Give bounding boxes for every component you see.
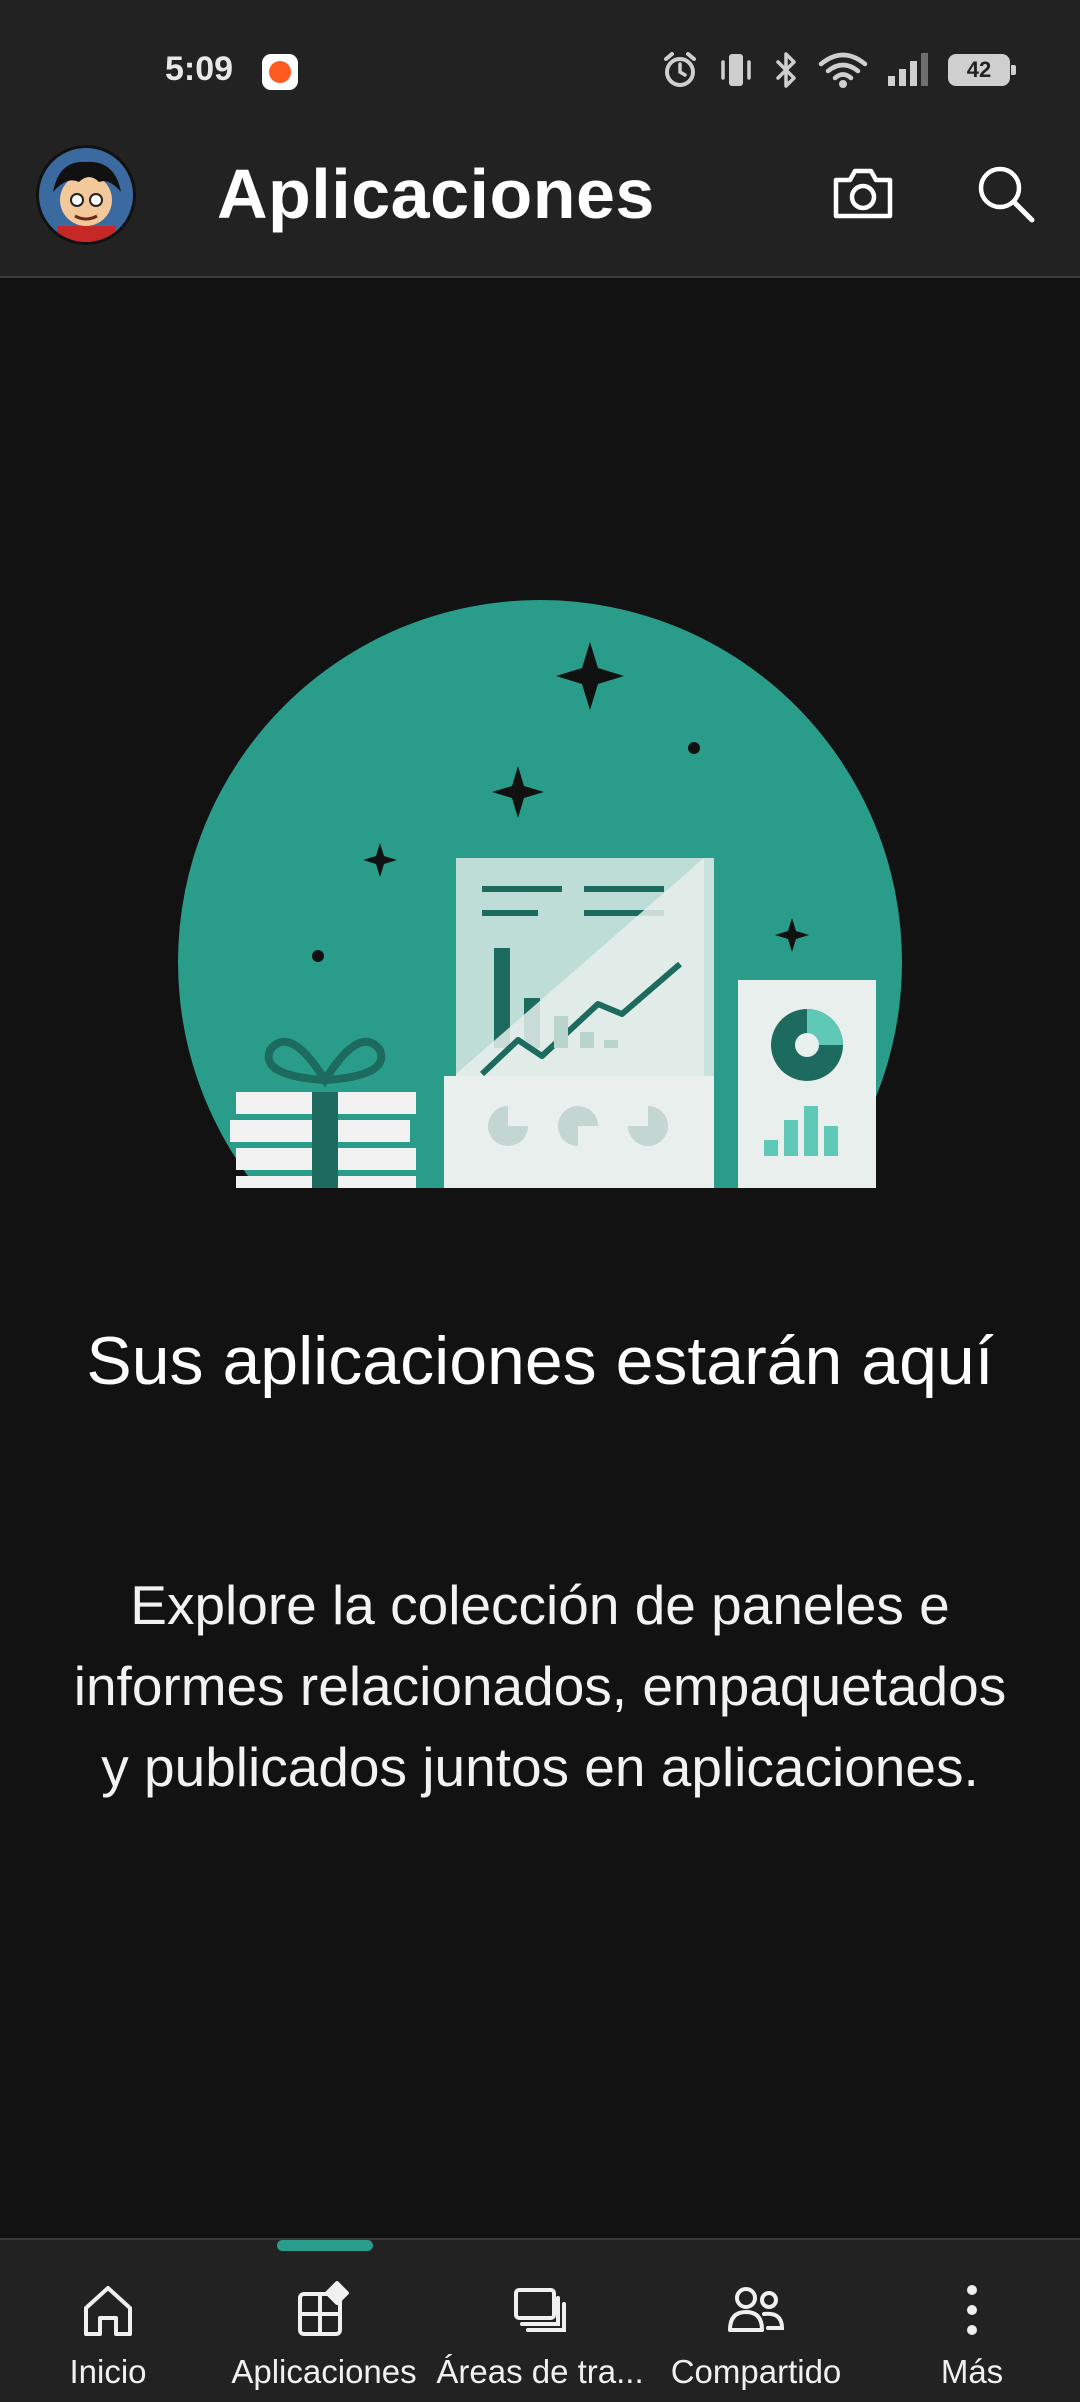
bottom-navigation: Inicio Aplicaciones Áreas de tra... Comp… — [0, 2238, 1080, 2402]
shared-icon — [728, 2287, 785, 2332]
nav-label-mas: Más — [940, 2353, 1004, 2390]
avatar[interactable] — [36, 145, 136, 245]
more-icon — [967, 2285, 977, 2335]
wifi-icon — [818, 52, 868, 88]
status-icons: 42 — [660, 44, 1016, 96]
nav-item-areas-de-trabajo[interactable]: Áreas de tra... — [432, 2240, 648, 2402]
apps-icon — [298, 2281, 349, 2336]
status-bar: 5:09 42 — [0, 0, 1080, 140]
apps-empty-illustration — [178, 600, 902, 1188]
camera-button[interactable] — [828, 158, 898, 228]
nav-item-inicio[interactable]: Inicio — [0, 2240, 216, 2402]
alarm-icon — [664, 52, 696, 87]
status-time: 5:09 — [165, 50, 234, 88]
bluetooth-icon — [776, 52, 796, 88]
search-icon — [978, 166, 1035, 223]
nav-label-aplicaciones: Aplicaciones — [231, 2353, 417, 2390]
empty-state-title: Sus aplicaciones estarán aquí — [86, 1323, 994, 1399]
camera-icon — [833, 168, 893, 219]
nav-label-compartido: Compartido — [670, 2353, 842, 2390]
empty-state-description: Explore la colección de paneles e inform… — [73, 1574, 1007, 1798]
notification-app-icon — [262, 54, 298, 90]
nav-label-inicio: Inicio — [69, 2353, 147, 2390]
nav-label-areas-de-trabajo: Áreas de tra... — [436, 2353, 644, 2390]
nav-selected-indicator — [277, 2240, 373, 2251]
workspaces-icon — [514, 2288, 566, 2332]
signal-icon — [888, 53, 928, 86]
nav-item-aplicaciones[interactable]: Aplicaciones — [216, 2240, 432, 2402]
page-title: Aplicaciones — [217, 155, 655, 233]
nav-item-mas[interactable]: Más — [864, 2240, 1080, 2402]
nav-item-compartido[interactable]: Compartido — [648, 2240, 864, 2402]
app-bar: Aplicaciones — [0, 140, 1080, 278]
search-button[interactable] — [970, 158, 1040, 228]
battery-icon: 42 — [948, 54, 1016, 86]
vibrate-icon — [721, 54, 751, 86]
home-icon — [84, 2286, 132, 2336]
